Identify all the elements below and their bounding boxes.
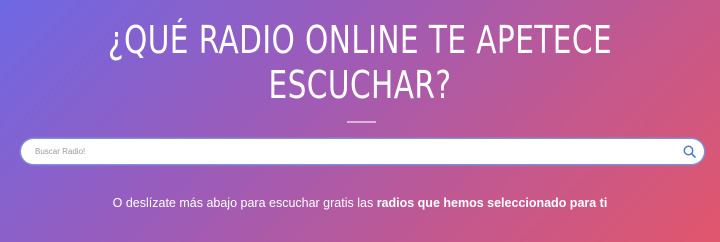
tagline: O deslízate más abajo para escuchar grat… (0, 196, 720, 210)
headline-line-2: ESCUCHAR? (268, 63, 452, 107)
search-icon[interactable] (683, 145, 696, 158)
tagline-highlight: radios que hemos seleccionado para ti (376, 196, 608, 210)
search-input[interactable] (31, 139, 671, 164)
page-title: ¿QUÉ RADIO ONLINE TE APETECE ESCUCHAR? (79, 18, 641, 108)
search-bar[interactable] (21, 139, 704, 164)
divider (347, 121, 376, 123)
tagline-text: O deslízate más abajo para escuchar grat… (112, 196, 377, 210)
hero-section: ¿QUÉ RADIO ONLINE TE APETECE ESCUCHAR? O… (0, 0, 720, 242)
headline-line-1: ¿QUÉ RADIO ONLINE TE APETECE (107, 18, 613, 62)
